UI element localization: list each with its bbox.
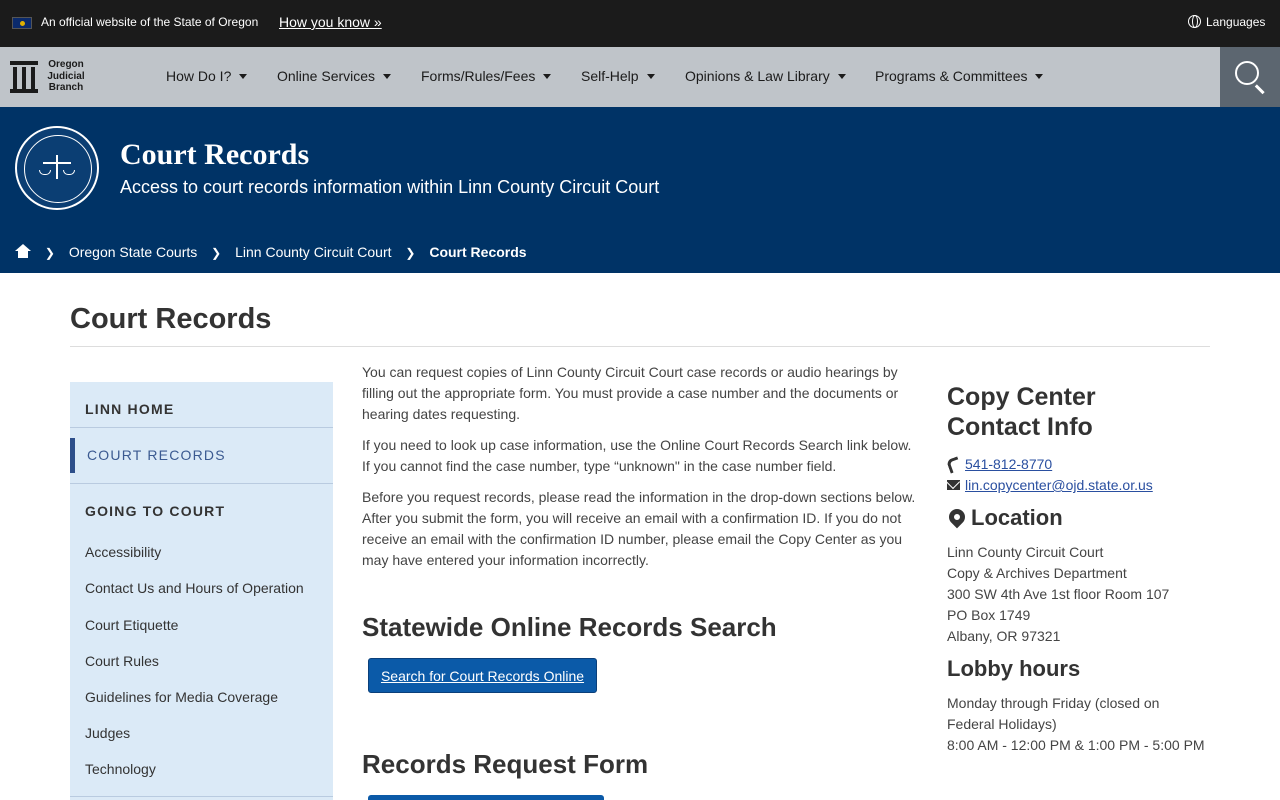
nav-how-do-i[interactable]: How Do I?	[166, 68, 248, 84]
address-line: Linn County Circuit Court	[947, 544, 1104, 560]
sidebar-item-accessibility[interactable]: Accessibility	[85, 544, 161, 560]
sidebar-item-linn-home[interactable]: LINN HOME	[85, 401, 174, 417]
sidebar-nav: LINN HOME COURT RECORDS GOING TO COURT A…	[70, 382, 333, 800]
search-icon	[1235, 61, 1259, 85]
page-hero: Court Records Access to court records in…	[0, 107, 1280, 273]
judicial-department-seal-icon	[15, 126, 99, 210]
lobby-hours-line: Federal Holidays)	[947, 716, 1057, 732]
online-search-heading: Statewide Online Records Search	[362, 612, 777, 642]
email-line: lin.copycenter@ojd.state.or.us	[947, 477, 1153, 493]
email-link[interactable]: lin.copycenter@ojd.state.or.us	[965, 477, 1153, 493]
ojd-logo[interactable]: Oregon Judicial Branch	[8, 59, 98, 95]
sidebar-section-going-to-court[interactable]: GOING TO COURT	[85, 503, 225, 519]
nav-forms-rules-fees[interactable]: Forms/Rules/Fees	[421, 68, 552, 84]
phone-line: 541-812-8770	[947, 456, 1052, 472]
search-button[interactable]	[1220, 47, 1280, 107]
official-banner: An official website of the State of Oreg…	[0, 0, 1280, 47]
languages-label: Languages	[1206, 15, 1266, 29]
phone-icon	[947, 458, 960, 470]
address-line: 300 SW 4th Ave 1st floor Room 107	[947, 586, 1170, 602]
chevron-right-icon: ❯	[405, 246, 416, 260]
active-indicator	[70, 438, 75, 473]
how-you-know-link[interactable]: How you know »	[279, 14, 382, 30]
breadcrumb: ❯ Oregon State Courts ❯ Linn County Circ…	[15, 244, 527, 260]
languages-button[interactable]: Languages	[1188, 15, 1265, 29]
nav-self-help[interactable]: Self-Help	[581, 68, 655, 84]
breadcrumb-current: Court Records	[429, 244, 527, 260]
globe-icon	[1188, 15, 1201, 28]
request-form-button[interactable]	[368, 795, 604, 800]
location-heading: Location	[945, 503, 1063, 533]
envelope-icon	[947, 480, 960, 490]
title-divider	[70, 346, 1210, 347]
logo-text: Oregon Judicial Branch	[47, 59, 85, 93]
breadcrumb-linn-county-circuit-court[interactable]: Linn County Circuit Court	[235, 244, 391, 260]
nav-opinions-law-library[interactable]: Opinions & Law Library	[685, 68, 846, 84]
lobby-hours-line: Monday through Friday (closed on	[947, 695, 1160, 711]
hero-subtitle: Access to court records information with…	[120, 177, 660, 197]
map-marker-icon	[945, 505, 969, 529]
chevron-down-icon	[1035, 74, 1044, 79]
lobby-hours-heading: Lobby hours	[947, 656, 1081, 681]
chevron-down-icon	[837, 74, 846, 79]
address-line: PO Box 1749	[947, 607, 1031, 623]
chevron-down-icon	[543, 74, 552, 79]
page-title: Court Records	[70, 303, 272, 335]
chevron-down-icon	[383, 74, 392, 79]
sidebar-item-technology[interactable]: Technology	[85, 761, 156, 777]
chevron-down-icon	[239, 74, 248, 79]
lookup-paragraph: If you need to look up case information,…	[362, 437, 912, 474]
contact-heading: Copy Center Contact Info	[947, 383, 1096, 441]
sidebar-item-court-etiquette[interactable]: Court Etiquette	[85, 617, 178, 633]
address-line: Albany, OR 97321	[947, 628, 1061, 644]
courthouse-pillar-icon	[10, 61, 38, 93]
sidebar-item-contact-us[interactable]: Contact Us and Hours of Operation	[85, 580, 304, 596]
sidebar-item-court-records[interactable]: COURT RECORDS	[87, 447, 226, 463]
address-line: Copy & Archives Department	[947, 565, 1127, 581]
phone-link[interactable]: 541-812-8770	[965, 456, 1052, 472]
chevron-down-icon	[646, 74, 655, 79]
nav-online-services[interactable]: Online Services	[277, 68, 392, 84]
intro-paragraph: You can request copies of Linn County Ci…	[362, 364, 899, 422]
search-court-records-button[interactable]: Search for Court Records Online	[368, 658, 597, 693]
oregon-flag-icon	[12, 17, 32, 29]
hero-title: Court Records	[120, 138, 310, 171]
instructions-paragraph: Before you request records, please read …	[362, 489, 916, 568]
sidebar-item-court-rules[interactable]: Court Rules	[85, 653, 159, 669]
home-icon[interactable]	[15, 244, 31, 258]
main-navigation: Oregon Judicial Branch How Do I? Online …	[0, 47, 1280, 107]
lobby-hours-line: 8:00 AM - 12:00 PM & 1:00 PM - 5:00 PM	[947, 737, 1205, 753]
sidebar-item-media-coverage[interactable]: Guidelines for Media Coverage	[85, 689, 278, 705]
nav-programs-committees[interactable]: Programs & Committees	[875, 68, 1044, 84]
breadcrumb-oregon-state-courts[interactable]: Oregon State Courts	[69, 244, 197, 260]
sidebar-item-judges[interactable]: Judges	[85, 725, 130, 741]
chevron-right-icon: ❯	[44, 246, 55, 260]
request-form-heading: Records Request Form	[362, 749, 649, 779]
chevron-right-icon: ❯	[211, 246, 222, 260]
official-website-text: An official website of the State of Oreg…	[41, 15, 259, 29]
